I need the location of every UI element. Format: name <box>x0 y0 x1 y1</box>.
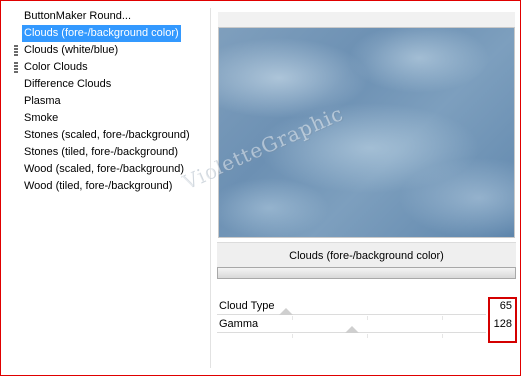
filter-item-label: Smoke <box>24 112 59 124</box>
filter-item[interactable]: Plasma <box>10 93 200 110</box>
filter-item-label: Clouds (fore-/background color) <box>22 25 181 42</box>
drag-grip-icon <box>14 45 18 56</box>
filter-item-label: Stones (tiled, fore-/background) <box>24 146 179 158</box>
preview-top-strip <box>218 12 515 28</box>
filter-item-label: Clouds (white/blue) <box>24 44 119 56</box>
progress-bar <box>217 267 516 279</box>
filter-item-label: Color Clouds <box>24 61 88 73</box>
filter-list: ButtonMaker Round... Clouds (fore-/backgr… <box>10 8 210 368</box>
filter-item-label: Wood (tiled, fore-/background) <box>24 180 173 192</box>
filter-item[interactable]: Color Clouds <box>10 59 200 76</box>
filter-item[interactable]: Stones (tiled, fore-/background) <box>10 144 200 161</box>
filter-item[interactable]: Clouds (fore-/background color) <box>10 25 200 42</box>
filter-item-label: Difference Clouds <box>24 78 112 90</box>
filter-item[interactable]: Clouds (white/blue) <box>10 42 200 59</box>
drag-grip-icon <box>14 62 18 73</box>
slider-tick <box>292 334 293 338</box>
value-highlight-box <box>488 297 517 343</box>
filter-title: Clouds (fore-/background color) <box>217 242 516 268</box>
filter-item[interactable]: Difference Clouds <box>10 76 200 93</box>
filter-item[interactable]: ButtonMaker Round... <box>10 8 200 25</box>
slider-thumb-icon[interactable] <box>278 308 293 315</box>
filter-item-label: Plasma <box>24 95 61 107</box>
filter-item[interactable]: Wood (scaled, fore-/background) <box>10 161 200 178</box>
filter-preview-image <box>218 27 515 238</box>
param-label: Gamma <box>219 318 259 330</box>
panel-divider <box>210 8 211 368</box>
filter-item-label: ButtonMaker Round... <box>24 10 132 22</box>
filter-item[interactable]: Smoke <box>10 110 200 127</box>
filter-item-label: Stones (scaled, fore-/background) <box>24 129 190 141</box>
param-row-gamma[interactable]: Gamma 128 <box>217 316 516 338</box>
filter-item-label: Wood (scaled, fore-/background) <box>24 163 184 175</box>
param-label: Cloud Type <box>219 300 275 312</box>
slider-tick <box>442 334 443 338</box>
filter-item[interactable]: Wood (tiled, fore-/background) <box>10 178 200 195</box>
slider-thumb-icon[interactable] <box>345 326 360 333</box>
param-row-cloud-type[interactable]: Cloud Type 65 <box>217 298 516 320</box>
slider-tick <box>367 334 368 338</box>
filter-item[interactable]: Stones (scaled, fore-/background) <box>10 127 200 144</box>
slider-track[interactable] <box>217 314 486 320</box>
